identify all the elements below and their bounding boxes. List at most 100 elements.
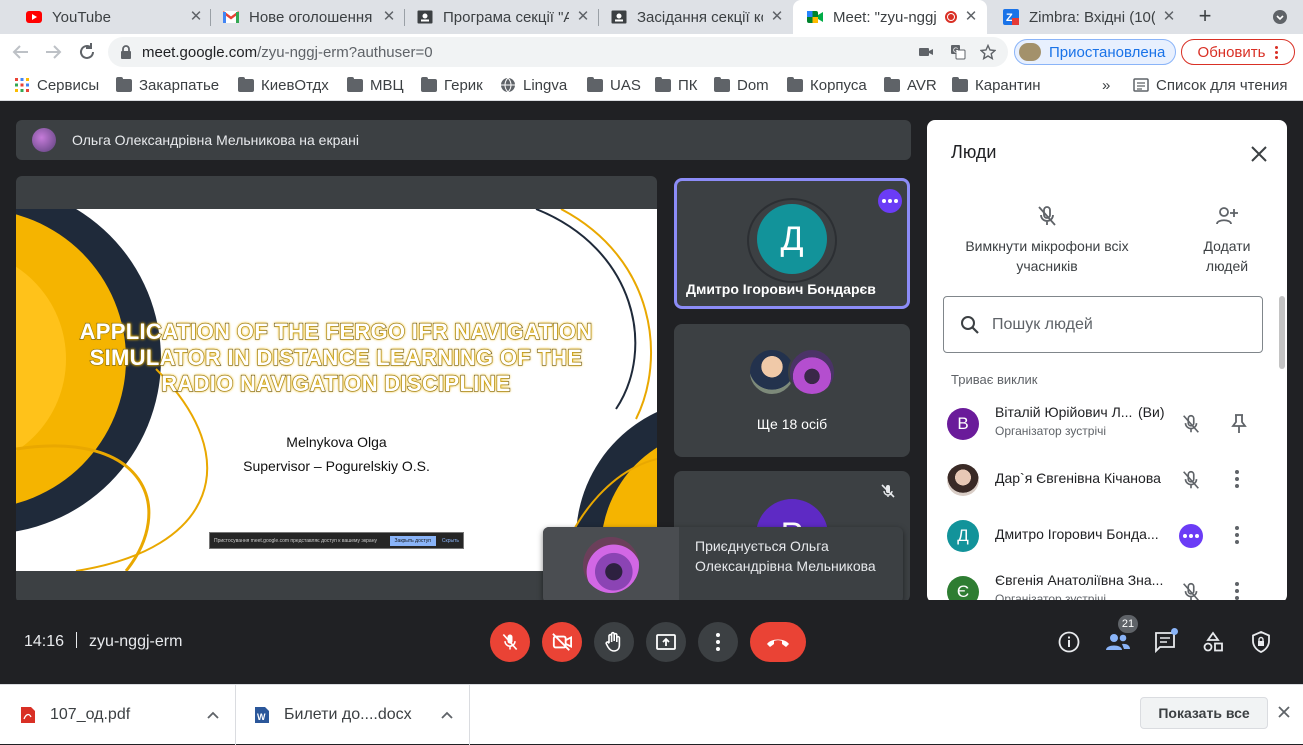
- bookmark-folder[interactable]: Герик: [421, 76, 483, 94]
- bookmark-lingva[interactable]: Lingva: [500, 76, 567, 94]
- shapes-icon: [1201, 630, 1225, 654]
- participant-tile-active-speaker[interactable]: Д Дмитро Ігорович Бондарєв: [674, 178, 910, 309]
- slide-author: Melnykova Olga: [286, 434, 387, 450]
- add-people-button[interactable]: Додати людей: [1182, 204, 1272, 276]
- participant-row[interactable]: Є Євгенія Анатоліївна Зна... Організатор…: [947, 572, 1267, 603]
- search-placeholder: Пошук людей: [992, 315, 1093, 333]
- bookmark-folder[interactable]: КиевОтдх: [238, 76, 329, 94]
- bookmark-folder[interactable]: Закарпатье: [116, 76, 219, 94]
- more-options-icon[interactable]: [878, 189, 902, 213]
- tab-youtube[interactable]: YouTube ✕: [12, 0, 212, 34]
- camera-in-use-icon[interactable]: [918, 44, 934, 60]
- people-search-input[interactable]: Пошук людей: [943, 296, 1263, 353]
- more-options-button[interactable]: [698, 622, 738, 662]
- meeting-info: 14:16 zyu-nggj-erm: [24, 632, 182, 651]
- people-button[interactable]: [1105, 630, 1130, 654]
- back-button[interactable]: [10, 41, 32, 63]
- meeting-code[interactable]: zyu-nggj-erm: [89, 633, 182, 650]
- close-tab-icon[interactable]: ✕: [1161, 9, 1177, 25]
- more-vert-icon: [1275, 45, 1279, 59]
- bookmark-star-icon[interactable]: [980, 44, 996, 60]
- reload-button[interactable]: [76, 41, 98, 63]
- more-participants-tile[interactable]: Ще 18 осіб: [674, 324, 910, 457]
- tab-zimbra[interactable]: Z Zimbra: Вхідні (10( ✕: [989, 0, 1185, 34]
- participant-avatar: Д: [757, 204, 827, 274]
- present-icon: [655, 632, 677, 652]
- bookmarks-overflow-button[interactable]: »: [1102, 76, 1110, 94]
- download-item[interactable]: 107_од.pdf: [0, 685, 236, 745]
- panel-scrollbar[interactable]: [1279, 296, 1285, 369]
- bookmark-services[interactable]: Сервисы: [14, 76, 99, 94]
- mic-off-icon[interactable]: [1180, 469, 1202, 491]
- url-path: /zyu-nggj-erm?authuser=0: [257, 44, 433, 61]
- chevron-up-icon[interactable]: [441, 711, 453, 719]
- participants-count-badge: 21: [1118, 615, 1138, 633]
- close-downloads-icon[interactable]: [1277, 705, 1291, 719]
- profile-button[interactable]: Приостановлена: [1014, 39, 1176, 65]
- folder-icon: [238, 76, 254, 92]
- close-tab-icon[interactable]: ✕: [769, 9, 785, 25]
- camera-toggle-button[interactable]: [542, 622, 582, 662]
- mic-off-icon[interactable]: [1180, 413, 1202, 435]
- folder-icon: [421, 76, 437, 92]
- bookmark-label: AVR: [907, 76, 937, 94]
- tab-search-icon[interactable]: [1272, 9, 1288, 25]
- close-tab-icon[interactable]: ✕: [575, 9, 591, 25]
- downloads-bar: 107_од.pdf W Билети до....docx Показать …: [0, 684, 1303, 745]
- reading-list-button[interactable]: Список для чтения: [1133, 76, 1288, 94]
- bookmark-folder[interactable]: Карантин: [952, 76, 1041, 94]
- tab-program[interactable]: Програма секції "А ✕: [403, 0, 599, 34]
- show-all-downloads-button[interactable]: Показать все: [1140, 697, 1268, 729]
- tab-title: Нове оголошення: [249, 8, 373, 26]
- tab-meet[interactable]: Meet: "zyu-nggj ✕: [793, 0, 987, 34]
- profile-avatar: [1019, 43, 1041, 61]
- svg-text:Z: Z: [1006, 12, 1013, 24]
- meet-window: Ольга Олександрівна Мельникова на екрані…: [0, 102, 1303, 684]
- present-screen-button[interactable]: [646, 622, 686, 662]
- bookmark-folder[interactable]: Корпуса: [787, 76, 867, 94]
- update-button[interactable]: Обновить: [1181, 39, 1295, 65]
- translate-icon[interactable]: G: [950, 44, 966, 60]
- new-tab-button[interactable]: +: [1193, 5, 1217, 29]
- host-controls-button[interactable]: [1249, 630, 1273, 654]
- close-tab-icon[interactable]: ✕: [188, 9, 204, 25]
- participant-row[interactable]: Дар`я Євгенівна Кічанова: [947, 460, 1267, 500]
- you-label: (Ви): [1138, 404, 1165, 420]
- participant-row[interactable]: Д Дмитро Ігорович Бонда...: [947, 516, 1267, 556]
- close-tab-icon[interactable]: ✕: [963, 9, 979, 25]
- share-bar-hide: Скрыть: [441, 537, 459, 544]
- bookmark-folder[interactable]: Dom: [714, 76, 769, 94]
- chevron-up-icon[interactable]: [207, 711, 219, 719]
- address-bar[interactable]: meet.google.com/zyu-nggj-erm?authuser=0 …: [108, 37, 1008, 67]
- bookmark-folder[interactable]: МВЦ: [347, 76, 404, 94]
- mic-toggle-button[interactable]: [490, 622, 530, 662]
- leave-call-button[interactable]: [750, 622, 806, 662]
- tab-gmail[interactable]: Нове оголошення ✕: [209, 0, 405, 34]
- pin-icon[interactable]: [1229, 413, 1249, 435]
- lock-icon[interactable]: [120, 45, 132, 59]
- download-item[interactable]: W Билети до....docx: [236, 685, 470, 745]
- close-panel-button[interactable]: [1247, 142, 1271, 166]
- recording-icon: [945, 11, 957, 23]
- bookmark-folder[interactable]: AVR: [884, 76, 937, 94]
- close-tab-icon[interactable]: ✕: [381, 9, 397, 25]
- presenting-text: Ольга Олександрівна Мельникова на екрані: [72, 132, 359, 148]
- youtube-icon: [26, 9, 42, 25]
- bookmark-label: Dom: [737, 76, 769, 94]
- more-vert-icon[interactable]: [1235, 526, 1239, 547]
- mute-all-button[interactable]: Вимкнути мікрофони всіх учасників: [957, 204, 1137, 276]
- raise-hand-button[interactable]: [594, 622, 634, 662]
- people-icon: [1105, 630, 1130, 654]
- more-vert-icon[interactable]: [1235, 470, 1239, 491]
- tab-session[interactable]: Засідання секції ко ✕: [597, 0, 793, 34]
- folder-icon: [347, 76, 363, 92]
- forward-button[interactable]: [42, 41, 64, 63]
- add-person-icon: [1215, 204, 1239, 228]
- globe-icon: [500, 77, 516, 93]
- bookmark-folder[interactable]: ПК: [655, 76, 698, 94]
- activities-button[interactable]: [1201, 630, 1225, 654]
- document-icon: [611, 9, 627, 25]
- bookmark-folder[interactable]: UAS: [587, 76, 641, 94]
- meeting-details-button[interactable]: [1057, 630, 1081, 654]
- participant-row[interactable]: В Віталій Юрійович Л... (Ви) Організатор…: [947, 404, 1267, 444]
